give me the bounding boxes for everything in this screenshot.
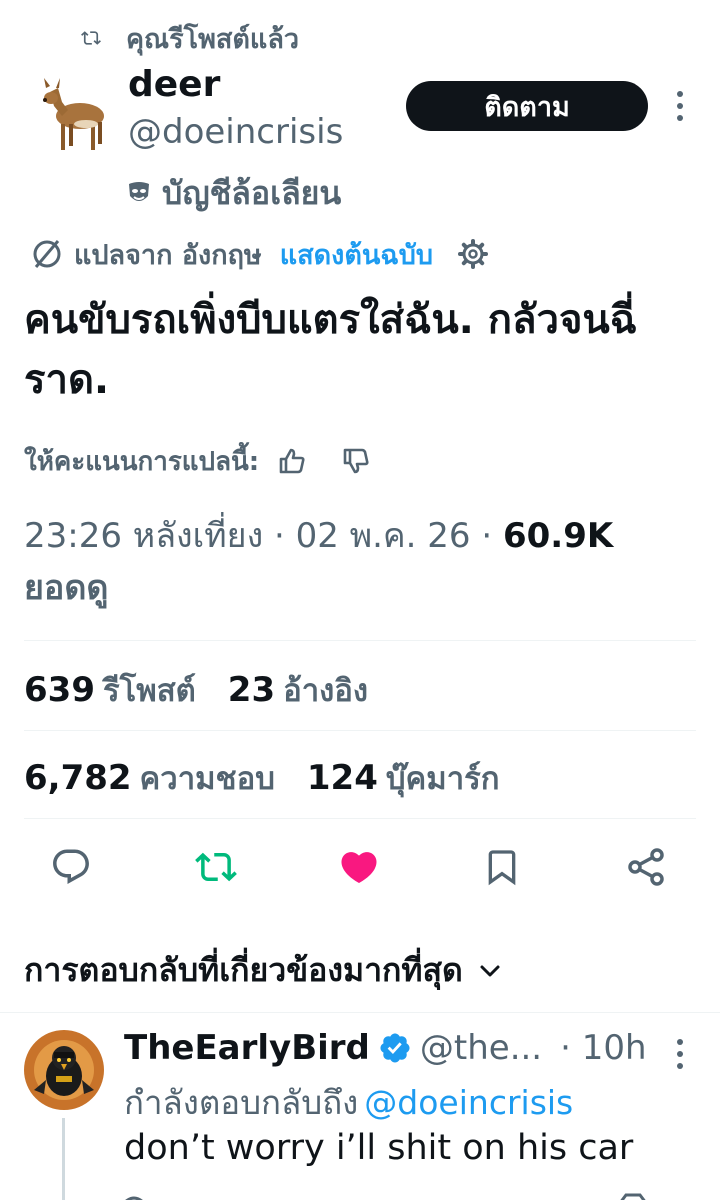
- like-icon[interactable]: [338, 846, 380, 888]
- thumbs-up-icon[interactable]: [277, 446, 307, 476]
- parody-account-badge: บัญชีล้อเลียน: [126, 168, 341, 219]
- thumbs-down-icon[interactable]: [341, 446, 371, 476]
- reposts-label[interactable]: รีโพสต์: [103, 665, 196, 715]
- parody-account-label: บัญชีล้อเลียน: [162, 174, 342, 212]
- rate-translation-label: ให้คะแนนการแปลนี้:: [24, 446, 260, 477]
- more-options-icon[interactable]: [668, 88, 692, 128]
- reply-author-handle[interactable]: @the...: [420, 1028, 542, 1068]
- bookmarks-count[interactable]: 124: [307, 758, 378, 798]
- author-display-name[interactable]: deer: [128, 64, 220, 105]
- parody-mask-icon: [129, 181, 149, 201]
- author-handle[interactable]: @doeincrisis: [128, 112, 343, 152]
- replying-to-label: กำลังตอบกลับถึง: [124, 1083, 359, 1122]
- tweet-action-bar: [0, 838, 720, 898]
- tweet-text: คนขับรถเพิ่งบีบแตรใส่ฉัน. กลัวจนฉี่ราด.: [24, 297, 638, 403]
- thread-connector-line: [62, 1118, 65, 1200]
- likes-label[interactable]: ความชอบ: [140, 753, 275, 803]
- divider: [24, 730, 696, 731]
- follow-button[interactable]: ติดตาม: [406, 81, 648, 131]
- show-original-link[interactable]: แสดงต้นฉบับ: [280, 233, 433, 276]
- tweet-detail-page: คุณรีโพสต์แล้ว deer @doeincrisis บัญชีล้…: [0, 0, 720, 1200]
- likes-bookmarks-stats: 6,782 ความชอบ 124 บุ๊คมาร์ก: [24, 748, 500, 808]
- replies-sort-label: การตอบกลับที่เกี่ยวข้องมากที่สุด: [24, 951, 463, 989]
- rate-translation-row: ให้คะแนนการแปลนี้:: [24, 438, 371, 484]
- reply-author-avatar[interactable]: [24, 1030, 104, 1110]
- gear-icon[interactable]: [457, 238, 489, 270]
- chevron-down-icon: [480, 965, 500, 976]
- reposts-quotes-stats: 639 รีโพสต์ 23 อ้างอิง: [24, 660, 368, 720]
- tweet-metadata: 23:26 หลังเที่ยง · 02 พ.ค. 26 · 60.9K ยอ…: [24, 510, 696, 614]
- repost-icon[interactable]: [194, 846, 238, 888]
- share-icon[interactable]: [626, 846, 668, 888]
- divider: [24, 818, 696, 819]
- early-bird-avatar-image: [24, 1030, 104, 1110]
- divider: [0, 1012, 720, 1013]
- replying-to-line: กำลังตอบกลับถึง @doeincrisis: [124, 1076, 573, 1129]
- bookmark-icon[interactable]: [482, 846, 522, 888]
- reposted-indicator: คุณรีโพสต์แล้ว: [80, 18, 299, 58]
- translated-from-label: แปลจาก อังกฤษ: [74, 239, 262, 271]
- reply-author-name[interactable]: TheEarlyBird: [124, 1028, 370, 1068]
- reposted-label: คุณรีโพสต์แล้ว: [126, 23, 300, 55]
- reply-more-options-icon[interactable]: [668, 1036, 692, 1076]
- reply-header: TheEarlyBird @the... · 10h: [124, 1024, 647, 1072]
- author-avatar[interactable]: [28, 72, 114, 158]
- quotes-count[interactable]: 23: [228, 670, 275, 710]
- reposts-count[interactable]: 639: [24, 670, 95, 710]
- views-count: 60.9K: [502, 516, 614, 556]
- deer-avatar-image: [28, 72, 114, 158]
- repost-icon: [81, 31, 101, 45]
- replying-to-handle[interactable]: @doeincrisis: [364, 1083, 573, 1122]
- divider: [24, 640, 696, 641]
- likes-count[interactable]: 6,782: [24, 758, 132, 798]
- replies-sort-dropdown[interactable]: การตอบกลับที่เกี่ยวข้องมากที่สุด: [24, 945, 501, 996]
- tweet-timestamp[interactable]: 23:26 หลังเที่ยง · 02 พ.ค. 26 ·: [24, 516, 503, 556]
- translate-icon: [33, 240, 61, 268]
- views-label: ยอดดู: [24, 568, 109, 608]
- translation-bar: แปลจาก อังกฤษ แสดงต้นฉบับ: [30, 232, 489, 276]
- reply-timestamp[interactable]: · 10h: [560, 1028, 646, 1068]
- verified-badge-icon: [380, 1033, 410, 1063]
- bookmarks-label[interactable]: บุ๊คมาร์ก: [386, 753, 500, 803]
- reply-action-bar-cutoff: [120, 1188, 680, 1200]
- reply-icon[interactable]: [50, 846, 92, 888]
- reply-text: don’t worry i’ll shit on his car: [124, 1128, 634, 1168]
- quotes-label[interactable]: อ้างอิง: [283, 665, 368, 715]
